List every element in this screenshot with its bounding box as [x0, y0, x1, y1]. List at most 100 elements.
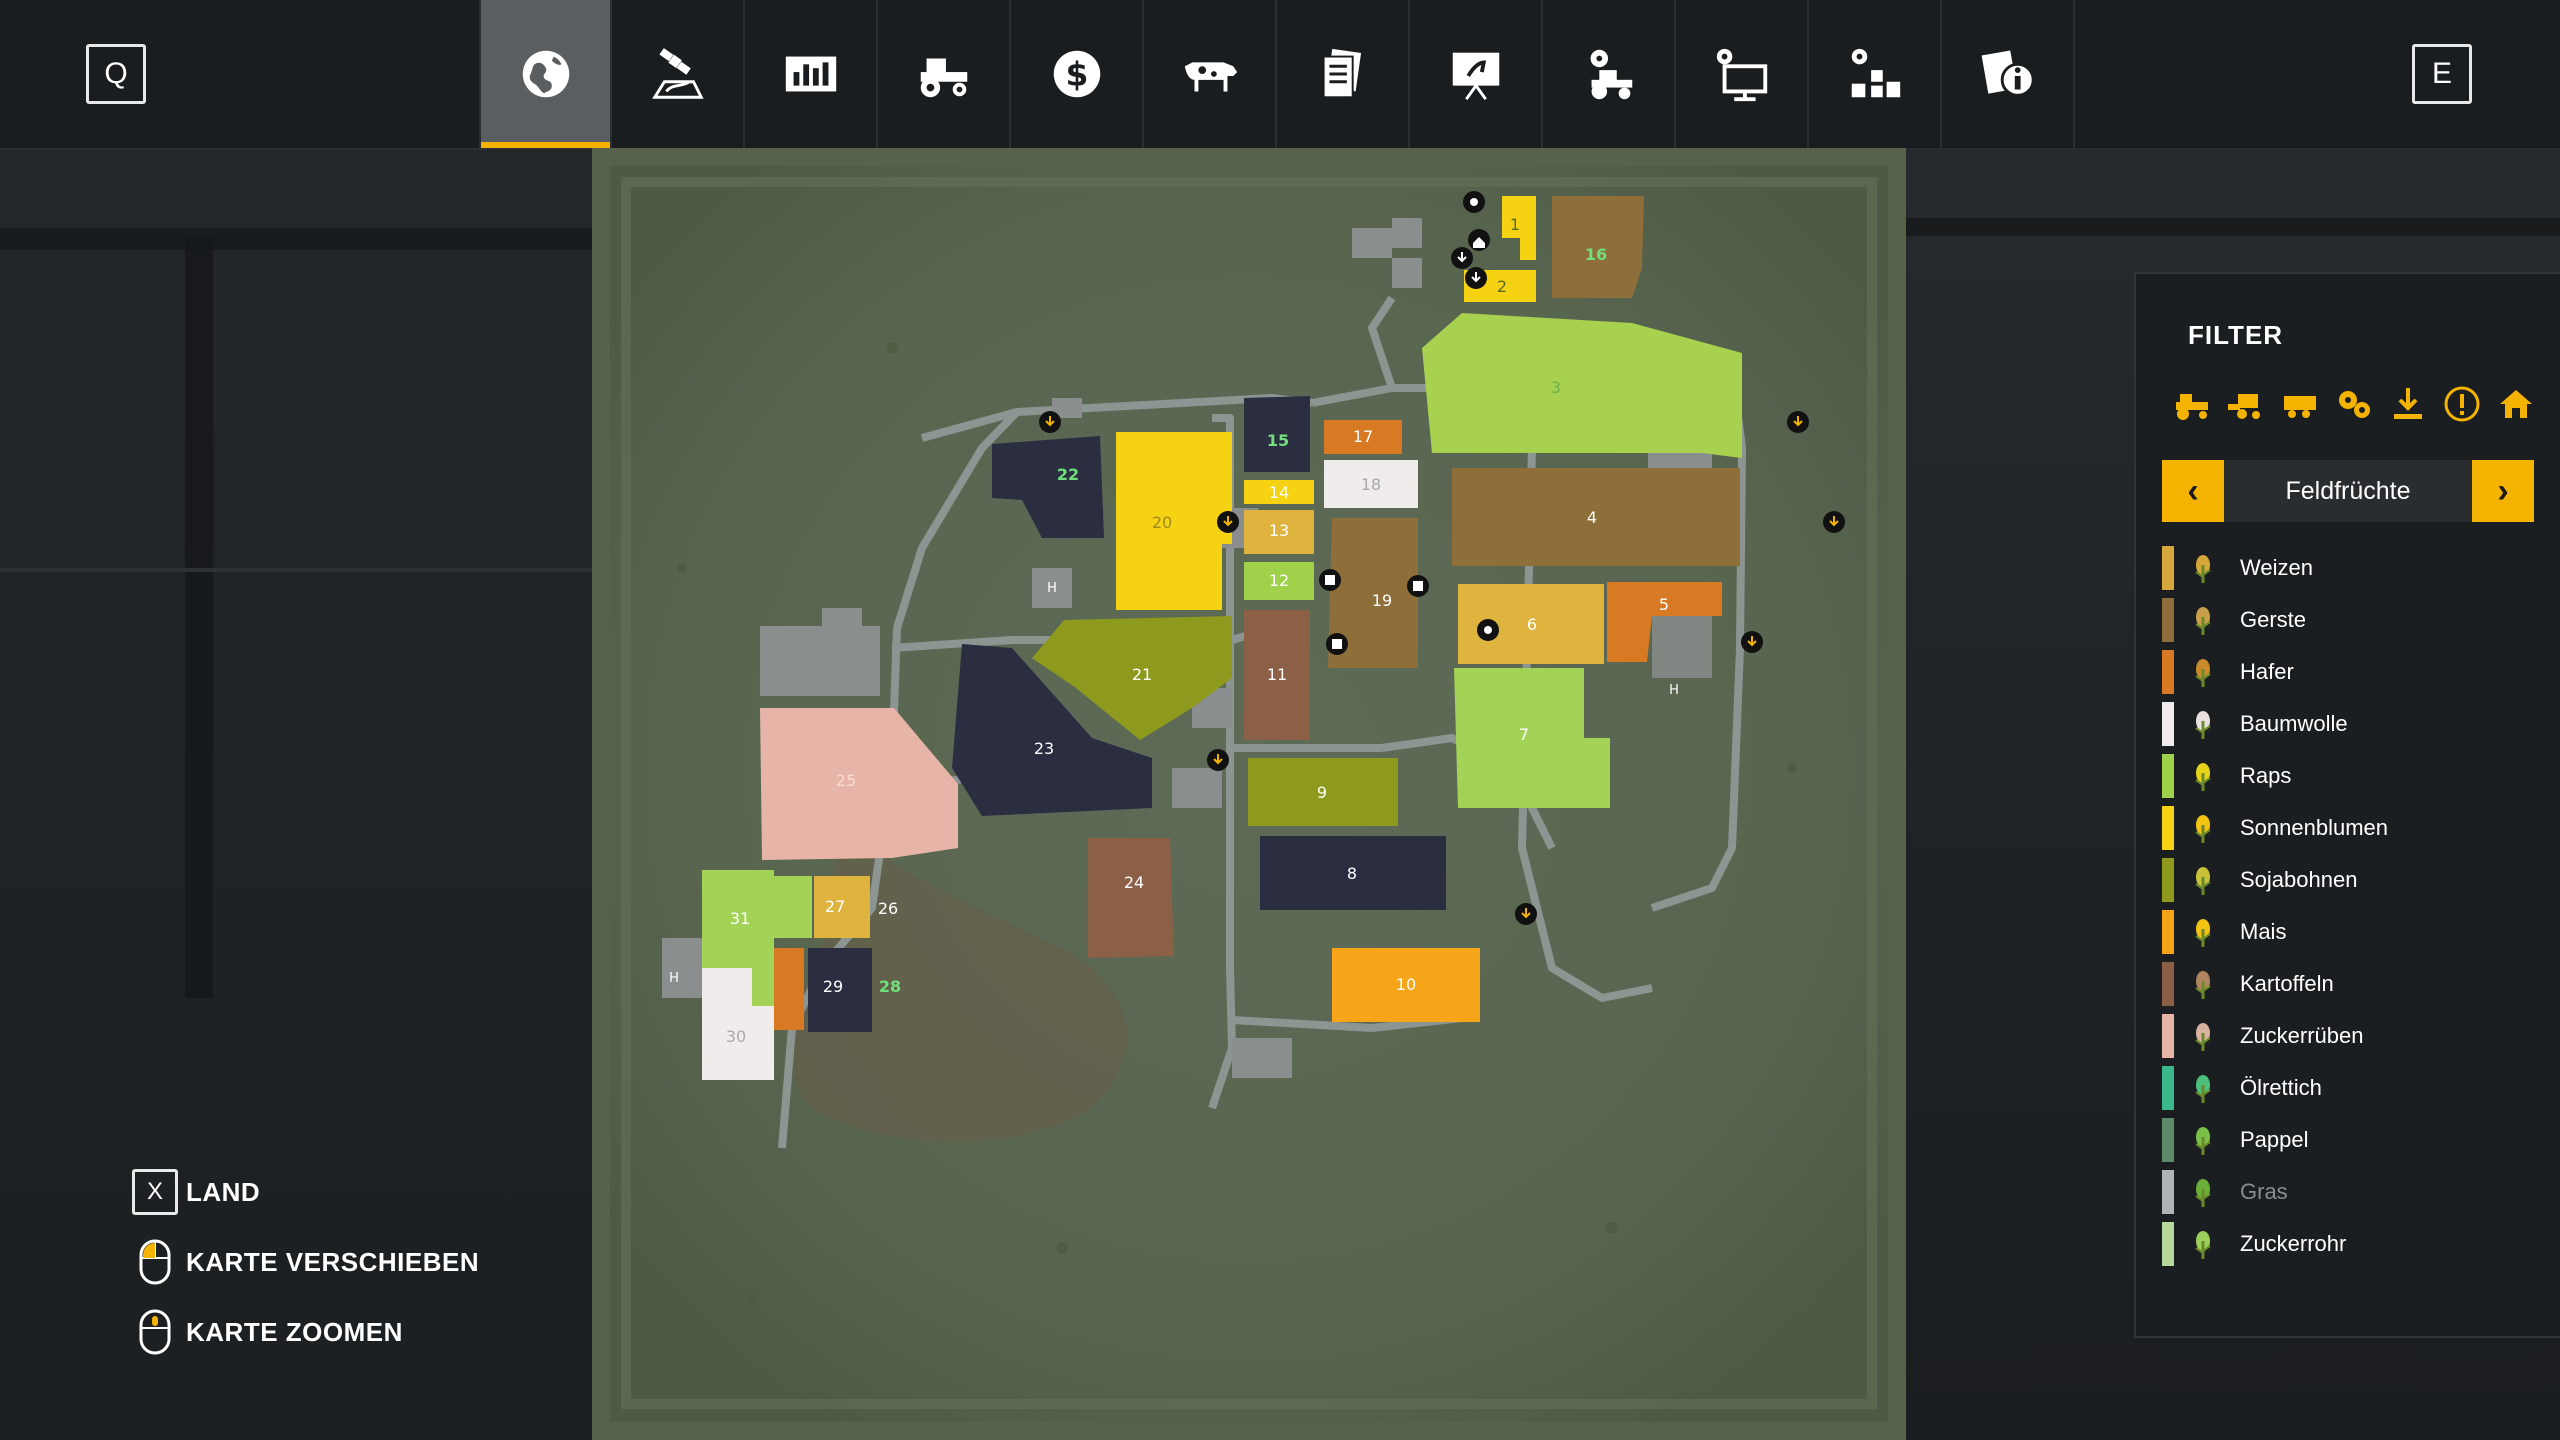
shop-hotspot[interactable] [1326, 633, 1348, 655]
field-label-5: 5 [1659, 595, 1669, 614]
sell-point-hotspot[interactable] [1787, 411, 1809, 433]
field-20[interactable] [1116, 432, 1232, 610]
tab-help[interactable] [1410, 0, 1543, 148]
shop-hotspot[interactable] [1407, 575, 1429, 597]
crop-filter-item[interactable]: Raps [2162, 750, 2552, 802]
field-label-21: 21 [1132, 665, 1152, 684]
selector-previous-button[interactable]: ‹ [2162, 460, 2224, 522]
control-hint-land[interactable]: X LAND [132, 1166, 479, 1218]
control-hint-move-map[interactable]: KARTE VERSCHIEBEN [132, 1236, 479, 1288]
harvester-filter-icon[interactable] [2224, 382, 2268, 426]
crop-label: Baumwolle [2240, 711, 2348, 736]
field-label-31: 31 [730, 909, 750, 928]
next-tab-key[interactable]: E [2412, 44, 2472, 104]
tab-vehicle-settings[interactable] [1543, 0, 1676, 148]
crop-color-swatch [2162, 1222, 2174, 1266]
crop-filter-item[interactable]: Gras [2162, 1166, 2552, 1218]
tab-satellite[interactable] [612, 0, 745, 148]
field-label-23: 23 [1034, 739, 1054, 758]
tab-map[interactable] [479, 0, 612, 148]
help-board-icon [1452, 52, 1499, 101]
crop-filter-item[interactable]: Weizen [2162, 542, 2552, 594]
sell-point-hotspot[interactable] [1465, 267, 1487, 289]
field-label-27: 27 [825, 897, 845, 916]
animal-hotspot[interactable] [1477, 619, 1499, 641]
field-label-29: 29 [823, 977, 843, 996]
crop-color-swatch [2162, 546, 2174, 590]
field-label-1: 1 [1510, 215, 1520, 234]
farm-house-filter-icon[interactable] [2494, 382, 2538, 426]
tools-filter-icon[interactable] [2332, 382, 2376, 426]
crop-label: Gerste [2240, 607, 2307, 632]
selector-next-button[interactable]: › [2472, 460, 2534, 522]
crop-label: Sojabohnen [2240, 867, 2358, 892]
farm-house-hotspot[interactable] [1468, 229, 1490, 251]
trailer-filter-icon[interactable] [2278, 382, 2322, 426]
crop-filter-item[interactable]: Sojabohnen [2162, 854, 2552, 906]
general-settings-icon [1851, 48, 1900, 98]
field-27[interactable] [774, 876, 812, 938]
sell-point-hotspot[interactable] [1207, 749, 1229, 771]
crop-filter-item[interactable]: Kartoffeln [2162, 958, 2552, 1010]
crop-label: Zuckerrohr [2240, 1231, 2347, 1256]
crop-color-swatch [2162, 1066, 2174, 1110]
shop-hotspot[interactable] [1319, 569, 1341, 591]
warning-filter-icon[interactable] [2440, 382, 2484, 426]
sell-point-hotspot[interactable] [1217, 511, 1239, 533]
field-label-20: 20 [1152, 513, 1172, 532]
crop-filter-item[interactable]: Ölrettich [2162, 1062, 2552, 1114]
tractor-filter-icon[interactable] [2170, 382, 2214, 426]
crop-filter-item[interactable]: Mais [2162, 906, 2552, 958]
statistics-chart-icon [785, 56, 836, 92]
background-beam [0, 228, 592, 250]
tab-display-settings[interactable] [1676, 0, 1809, 148]
tab-finances[interactable]: $ [1011, 0, 1144, 148]
display-settings-icon [1716, 48, 1767, 102]
crop-filter-item[interactable]: Hafer [2162, 646, 2552, 698]
farm-map[interactable]: 1 2 3 4 5 6 7 8 9 10 11 12 13 14 15 16 1… [592, 148, 1906, 1440]
tab-info[interactable] [1942, 0, 2075, 148]
field-label-16: 16 [1585, 245, 1607, 264]
field-29[interactable] [770, 948, 804, 1030]
previous-tab-key[interactable]: Q [86, 44, 146, 104]
sell-point-hotspot[interactable] [1451, 247, 1473, 269]
crop-color-swatch [2162, 962, 2174, 1006]
info-hotspot[interactable] [1463, 191, 1485, 213]
sell-point-hotspot[interactable] [1515, 903, 1537, 925]
field-label-17: 17 [1353, 427, 1373, 446]
tab-statistics[interactable] [745, 0, 878, 148]
sell-point-hotspot[interactable] [1823, 511, 1845, 533]
crop-color-swatch [2162, 650, 2174, 694]
crop-label: Sonnenblumen [2240, 815, 2389, 840]
tab-animals[interactable] [1144, 0, 1277, 148]
potato-icon [2184, 965, 2222, 1003]
field-label-13: 13 [1269, 521, 1289, 540]
crop-label: Gras [2240, 1179, 2288, 1204]
crop-filter-item[interactable]: Pappel [2162, 1114, 2552, 1166]
tab-general-settings[interactable] [1809, 0, 1942, 148]
tab-contracts[interactable] [1277, 0, 1410, 148]
field-24[interactable] [1088, 838, 1174, 958]
control-hints: X LAND KARTE VERSCHIEBEN KARTE ZOOMEN [132, 1166, 479, 1376]
dollar-icon: $ [1053, 50, 1100, 98]
crop-filter-item[interactable]: Gerste [2162, 594, 2552, 646]
crop-filter-item[interactable]: Zuckerrüben [2162, 1010, 2552, 1062]
field-label-8: 8 [1347, 864, 1357, 883]
barley-icon [2184, 601, 2222, 639]
crop-filter-item[interactable]: Baumwolle [2162, 698, 2552, 750]
sell-point-hotspot[interactable] [1741, 631, 1763, 653]
crop-filter-item[interactable]: Zuckerrohr [2162, 1218, 2552, 1270]
crop-category-selector: ‹ Feldfrüchte › [2162, 460, 2534, 522]
svg-text:$: $ [1065, 55, 1088, 94]
sell-point-filter-icon[interactable] [2386, 382, 2430, 426]
crop-label: Ölrettich [2240, 1075, 2322, 1100]
crop-filter-item[interactable]: Sonnenblumen [2162, 802, 2552, 854]
field-label-26: 26 [878, 899, 898, 918]
building-marker: H [1047, 581, 1057, 596]
field-label-7: 7 [1519, 725, 1529, 744]
field-label-14: 14 [1269, 483, 1289, 502]
tab-vehicles[interactable] [878, 0, 1011, 148]
farm-map-canvas[interactable]: 1 2 3 4 5 6 7 8 9 10 11 12 13 14 15 16 1… [592, 148, 1906, 1440]
control-hint-zoom-map[interactable]: KARTE ZOOMEN [132, 1306, 479, 1358]
sell-point-hotspot[interactable] [1039, 411, 1061, 433]
